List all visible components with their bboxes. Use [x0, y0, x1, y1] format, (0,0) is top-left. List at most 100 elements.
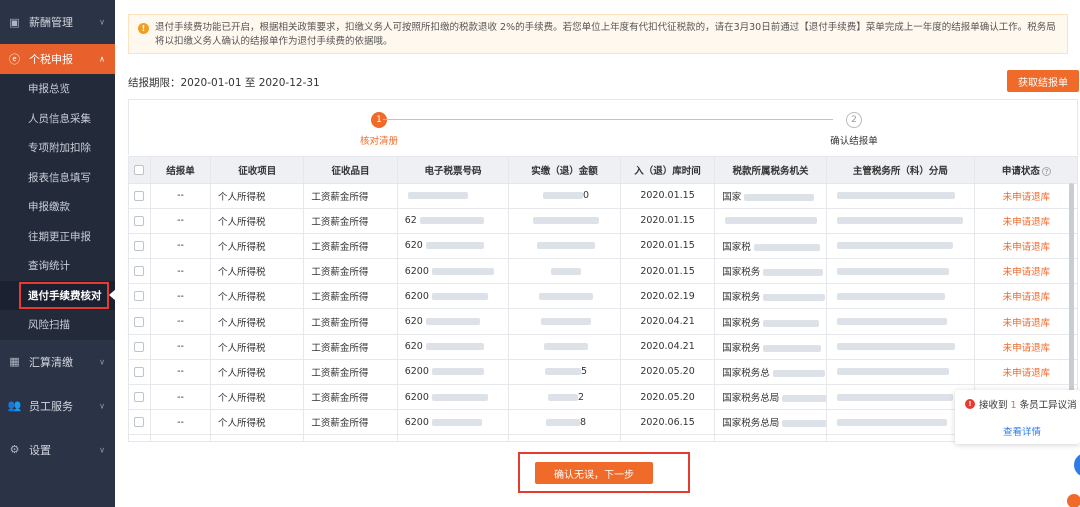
- redacted-value: [763, 294, 826, 302]
- sidebar-item-risk-scan[interactable]: 风险扫描: [0, 310, 115, 340]
- table-row[interactable]: -- 个人所得税 工资薪金所得 0 2020.01.15 国家 未申请退库: [129, 183, 1077, 209]
- report-period: 结报期限：2020-01-01 至 2020-12-31: [128, 77, 320, 89]
- cell-status: 未申请退库: [974, 308, 1077, 335]
- sidebar: ▣ 薪酬管理 ∨ ⓔ 个税申报 ∧ 申报总览 人员信息采集 专项附加扣除 报表信…: [0, 0, 116, 507]
- cell-amount: 0: [508, 183, 621, 209]
- step-verify: 1 核对清册: [349, 112, 409, 147]
- notice-text: 退付手续费功能已开启，根据相关政策要求，扣缴义务人可按照所扣缴的税款退收 2%的…: [155, 22, 1056, 47]
- redacted-value: [836, 343, 955, 351]
- sidebar-group-label: 设置: [29, 443, 51, 457]
- cell-ticket-no: 620: [397, 233, 510, 260]
- cell-ticket-no: 620061: [397, 434, 510, 441]
- sidebar-group-settlement[interactable]: ▦ 汇算清缴 ∨: [0, 340, 115, 384]
- col-header: 征收项目: [210, 157, 305, 184]
- chevron-down-icon: ∨: [99, 357, 105, 366]
- table-row[interactable]: -- 个人所得税 工资薪金所得 6200 2020.02.19 国家税务 未申请退库: [129, 283, 1077, 310]
- table-row[interactable]: -- 个人所得税 工资薪金所得 620 2020.04.21 国家税务 未申请退库: [129, 334, 1077, 360]
- step-label: 核对清册: [359, 136, 398, 147]
- chevron-down-icon: ∨: [99, 445, 105, 454]
- table-row[interactable]: -- 个人所得税 工资薪金所得 620 2020.01.15 国家税 未申请退库: [129, 233, 1077, 260]
- redacted-value: [782, 420, 826, 428]
- row-checkbox[interactable]: [134, 240, 145, 251]
- table-row[interactable]: -- 个人所得税 工资薪金所得 620 2020.04.21 国家税务 未申请退库: [129, 308, 1077, 335]
- sidebar-item-correction[interactable]: 往期更正申报: [0, 221, 115, 251]
- alert-icon: !: [965, 399, 975, 409]
- cell-checkbox: [129, 308, 151, 335]
- cell-branch: [826, 208, 975, 234]
- col-header: 结报单: [150, 157, 212, 184]
- redacted-value: [836, 418, 947, 426]
- cell-item: 个人所得税: [210, 334, 305, 360]
- confirm-next-button[interactable]: 确认无误，下一步: [535, 462, 653, 484]
- notice-banner: ! 退付手续费功能已开启，根据相关政策要求，扣缴义务人可按照所扣缴的税款退收 2…: [128, 14, 1068, 54]
- cell-branch: [826, 409, 975, 436]
- view-details-link[interactable]: 查看详情: [1003, 424, 1041, 438]
- table-row[interactable]: -- 个人所得税 工资薪金所得 62 2020.01.15 未申请退库: [129, 208, 1077, 234]
- row-checkbox[interactable]: [134, 341, 145, 352]
- cell-amount: 8: [508, 409, 621, 436]
- gear-icon: ⚙: [9, 443, 20, 456]
- warning-icon: !: [138, 23, 149, 34]
- cell-category: 工资薪金所得: [303, 183, 398, 209]
- sidebar-item-report-fill[interactable]: 报表信息填写: [0, 162, 115, 192]
- cell-branch: [826, 258, 975, 285]
- row-checkbox[interactable]: [134, 366, 145, 377]
- col-header: 征收品目: [303, 157, 398, 184]
- row-checkbox[interactable]: [134, 215, 145, 226]
- redacted-value: [533, 217, 600, 225]
- help-icon[interactable]: ?: [1041, 166, 1051, 176]
- cell-checkbox: [129, 334, 151, 360]
- table-row[interactable]: -- 个人所得税 工资薪金所得 6200 2020.01.15 国家税务 未申请退库: [129, 258, 1077, 285]
- redacted-value: [419, 217, 484, 225]
- cell-amount: [508, 308, 621, 335]
- cell-item: 个人所得税: [210, 233, 305, 260]
- floating-service-button[interactable]: [1067, 494, 1080, 507]
- cell-date: 2020.05.20: [620, 359, 716, 386]
- row-checkbox[interactable]: [134, 266, 145, 277]
- sidebar-item-personnel[interactable]: 人员信息采集: [0, 103, 115, 133]
- cell-amount: 2: [508, 384, 621, 411]
- row-checkbox[interactable]: [134, 291, 145, 302]
- sidebar-item-payment[interactable]: 申报缴款: [0, 192, 115, 222]
- sidebar-group-tax-filing[interactable]: ⓔ 个税申报 ∧: [0, 44, 115, 74]
- select-all-checkbox[interactable]: [129, 157, 151, 184]
- sidebar-group-employee[interactable]: 👥 员工服务 ∨: [0, 384, 115, 428]
- sidebar-item-query[interactable]: 查询统计: [0, 251, 115, 281]
- row-checkbox[interactable]: [134, 190, 145, 201]
- cell-amount: 2: [508, 434, 621, 441]
- sidebar-group-settings[interactable]: ⚙ 设置 ∨: [0, 428, 115, 472]
- redacted-value: [763, 344, 822, 352]
- cell-status: 未申请退库: [974, 183, 1077, 209]
- cell-ticket-no: 620: [397, 308, 510, 335]
- sidebar-item-special-deduction[interactable]: 专项附加扣除: [0, 133, 115, 163]
- sidebar-item-fee-refund[interactable]: 退付手续费核对: [0, 280, 116, 310]
- col-header: 税款所属税务机关: [714, 157, 827, 184]
- sidebar-group-salary[interactable]: ▣ 薪酬管理 ∨: [0, 0, 115, 44]
- floating-help-button[interactable]: [1074, 453, 1080, 477]
- redacted-value: [431, 393, 488, 401]
- table-scrollbar[interactable]: [1069, 183, 1074, 413]
- cell-item: 个人所得税: [210, 409, 305, 436]
- sidebar-group-label: 汇算清缴: [29, 355, 73, 369]
- table-row[interactable]: --个人所得税工资薪金所得620022020.05.20国家税务总局未申请退库: [129, 384, 1077, 411]
- cell-amount: [508, 233, 621, 260]
- cell-item: 个人所得税: [210, 308, 305, 335]
- cell-date: 2020.04.21: [620, 308, 716, 335]
- table-row[interactable]: -- 个人所得税 工资薪金所得 6200 5 2020.05.20 国家税务总 未申请退库: [129, 359, 1077, 386]
- table-row[interactable]: --个人所得税工资薪金所得62006122020.06.15国家税务总局未申请退…: [129, 434, 1077, 441]
- cell-branch: [826, 334, 975, 360]
- cell-report: --: [150, 183, 212, 209]
- table-row[interactable]: --个人所得税工资薪金所得620082020.06.15国家税务总局未申请退库: [129, 409, 1077, 436]
- toast-message: 接收到 1 条员工异议消: [979, 400, 1077, 411]
- row-checkbox[interactable]: [134, 392, 145, 403]
- row-checkbox[interactable]: [134, 417, 145, 428]
- row-checkbox[interactable]: [134, 316, 145, 327]
- get-report-button[interactable]: 获取结报单: [1007, 70, 1079, 92]
- chevron-up-icon: ∧: [99, 54, 105, 64]
- cell-report: --: [150, 258, 212, 285]
- redacted-value: [836, 318, 947, 326]
- cell-date: 2020.01.15: [620, 208, 716, 234]
- redacted-value: [836, 192, 955, 200]
- cell-status: 未申请退库: [974, 208, 1077, 234]
- sidebar-item-overview[interactable]: 申报总览: [0, 74, 115, 104]
